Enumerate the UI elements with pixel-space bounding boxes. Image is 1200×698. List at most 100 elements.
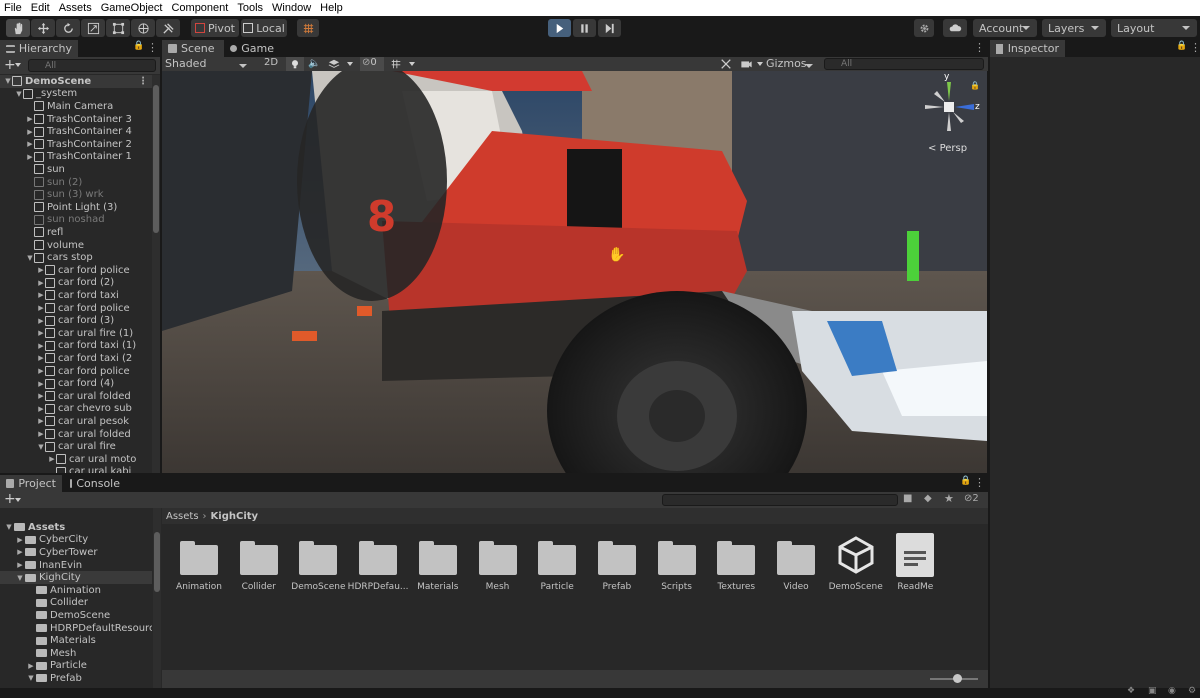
asset-item[interactable]: Mesh	[466, 525, 530, 605]
local-toggle[interactable]: Local	[241, 19, 287, 37]
project-folder-item[interactable]: Mesh	[0, 647, 76, 660]
hierarchy-scrollbar[interactable]	[152, 75, 160, 473]
project-folder-item[interactable]: ▶ CyberCity	[0, 534, 88, 547]
move-tool-button[interactable]	[31, 19, 55, 37]
hierarchy-item[interactable]: ▶ TrashContainer 4	[0, 125, 132, 138]
hierarchy-item[interactable]: ▶ car ford taxi (1)	[0, 340, 136, 353]
add-icon[interactable]: +	[4, 57, 16, 73]
collapsed-arrow-icon[interactable]: ▶	[15, 548, 25, 556]
collapsed-arrow-icon[interactable]: ▶	[37, 279, 45, 287]
grid-snap-button[interactable]	[297, 19, 319, 37]
pivot-toggle[interactable]: Pivot	[191, 19, 239, 37]
effects-dropdown[interactable]	[328, 57, 354, 71]
expanded-arrow-icon[interactable]: ▼	[15, 90, 23, 98]
project-folder-item[interactable]: DemoScene	[0, 609, 110, 622]
tab-game[interactable]: Game	[224, 40, 280, 57]
camera-dropdown[interactable]	[740, 57, 764, 71]
network-icon[interactable]: ◉	[1168, 686, 1176, 696]
hierarchy-item[interactable]: ▶ car ford police	[0, 365, 129, 378]
hierarchy-search-input[interactable]: All	[28, 59, 156, 72]
project-folder-item[interactable]: Materials	[0, 634, 96, 647]
hierarchy-item[interactable]: ▼ DemoScene ⋮	[0, 75, 152, 88]
layers-dropdown[interactable]: Layers	[1042, 19, 1106, 37]
tab-console[interactable]: Console	[64, 475, 126, 492]
asset-item[interactable]: Prefab	[585, 525, 649, 605]
collapsed-arrow-icon[interactable]: ▶	[37, 354, 45, 362]
scene-kebab-icon[interactable]: ⋮	[138, 76, 148, 87]
expanded-arrow-icon[interactable]: ▼	[26, 254, 34, 262]
kebab-menu-icon[interactable]: ⋮	[1190, 41, 1200, 54]
lock-icon[interactable]: 🔒	[1176, 41, 1187, 51]
project-folder-item[interactable]: ▶ CyberTower	[0, 546, 97, 559]
project-folder-item[interactable]: ▼ KighCity	[0, 571, 152, 584]
expanded-arrow-icon[interactable]: ▼	[37, 443, 45, 451]
hierarchy-item[interactable]: sun	[0, 163, 65, 176]
hierarchy-item[interactable]: volume	[0, 239, 84, 252]
hierarchy-item[interactable]: ▶ car ford taxi	[0, 289, 118, 302]
project-folder-item[interactable]: ▼ Assets	[0, 521, 65, 534]
scene-viewport[interactable]: 8 y z 🔒 < Persp ✋	[162, 71, 987, 473]
menu-item-help[interactable]: Help	[320, 2, 343, 14]
asset-item[interactable]: ReadMe	[883, 525, 947, 605]
collapsed-arrow-icon[interactable]: ▶	[37, 342, 45, 350]
collapsed-arrow-icon[interactable]: ▶	[37, 317, 45, 325]
collapsed-arrow-icon[interactable]: ▶	[26, 115, 34, 123]
tab-inspector[interactable]: Inspector	[990, 40, 1065, 57]
account-dropdown[interactable]: Account	[973, 19, 1037, 37]
collapsed-arrow-icon[interactable]: ▶	[37, 304, 45, 312]
collapsed-arrow-icon[interactable]: ▶	[48, 455, 56, 463]
project-tree-scrollbar[interactable]	[153, 508, 161, 688]
collapsed-arrow-icon[interactable]: ▶	[37, 430, 45, 438]
filter-type-icon[interactable]: ■	[903, 493, 912, 504]
hidden-objects-toggle[interactable]: ⊘0	[360, 57, 384, 71]
project-folder-item[interactable]: ▼ Prefab	[0, 672, 82, 683]
hierarchy-item[interactable]: ▶ car chevro sub	[0, 403, 132, 416]
hierarchy-item[interactable]: sun noshad	[0, 214, 105, 227]
label-tag-icon[interactable]: ◆	[924, 493, 932, 504]
menu-item-file[interactable]: File	[4, 2, 22, 14]
asset-item[interactable]: Scripts	[645, 525, 709, 605]
project-folder-item[interactable]: Collider	[0, 597, 88, 610]
menu-item-gameobject[interactable]: GameObject	[101, 2, 163, 14]
bug-icon[interactable]: ❖	[1127, 686, 1135, 696]
kebab-menu-icon[interactable]: ⋮	[974, 476, 985, 489]
star-icon[interactable]: ★	[944, 492, 954, 505]
scrollbar-thumb[interactable]	[154, 532, 160, 592]
audio-toggle[interactable]: 🔈	[308, 58, 322, 70]
tools-toggle[interactable]	[720, 57, 736, 71]
add-icon[interactable]: +	[4, 491, 16, 507]
hierarchy-item[interactable]: ▼ car ural fire	[0, 440, 116, 453]
breadcrumb-current[interactable]: KighCity	[211, 511, 259, 522]
project-folder-item[interactable]: ▶ Particle	[0, 660, 87, 673]
project-folder-item[interactable]: Animation	[0, 584, 101, 597]
settings-button[interactable]	[914, 19, 934, 37]
lighting-toggle[interactable]	[286, 57, 304, 71]
asset-item[interactable]: Particle	[525, 525, 589, 605]
collapsed-arrow-icon[interactable]: ▶	[15, 561, 25, 569]
hierarchy-item[interactable]: sun (3) wrk	[0, 188, 104, 201]
menu-item-window[interactable]: Window	[272, 2, 311, 14]
hierarchy-item[interactable]: ▶ car ford (4)	[0, 377, 114, 390]
hierarchy-item[interactable]: refl	[0, 226, 63, 239]
step-button[interactable]	[598, 19, 621, 37]
lock-icon[interactable]: 🔒	[133, 41, 144, 51]
project-search-input[interactable]	[662, 494, 898, 506]
hierarchy-item[interactable]: ▶ car ural folded	[0, 390, 130, 403]
custom-tool-button[interactable]	[156, 19, 180, 37]
collapsed-arrow-icon[interactable]: ▶	[37, 266, 45, 274]
scene-kebab-icon[interactable]: ⋮	[974, 41, 985, 54]
collapsed-arrow-icon[interactable]: ▶	[26, 140, 34, 148]
hierarchy-item[interactable]: Main Camera	[0, 100, 113, 113]
asset-item[interactable]: DemoScene	[824, 525, 888, 605]
lock-icon[interactable]: 🔒	[960, 476, 971, 486]
cloud-button[interactable]	[943, 19, 967, 37]
hierarchy-item[interactable]: ▼ _system	[0, 88, 77, 101]
hierarchy-item[interactable]: ▶ car ural moto	[0, 453, 136, 466]
scale-tool-button[interactable]	[81, 19, 105, 37]
expanded-arrow-icon[interactable]: ▼	[26, 674, 36, 682]
scrollbar-thumb[interactable]	[153, 85, 159, 233]
hidden-packages-toggle[interactable]: ⊘2	[964, 493, 979, 504]
tab-scene[interactable]: Scene	[162, 40, 224, 57]
chevron-down-icon[interactable]	[15, 63, 21, 67]
hierarchy-item[interactable]: ▶ car ford taxi (2	[0, 352, 132, 365]
